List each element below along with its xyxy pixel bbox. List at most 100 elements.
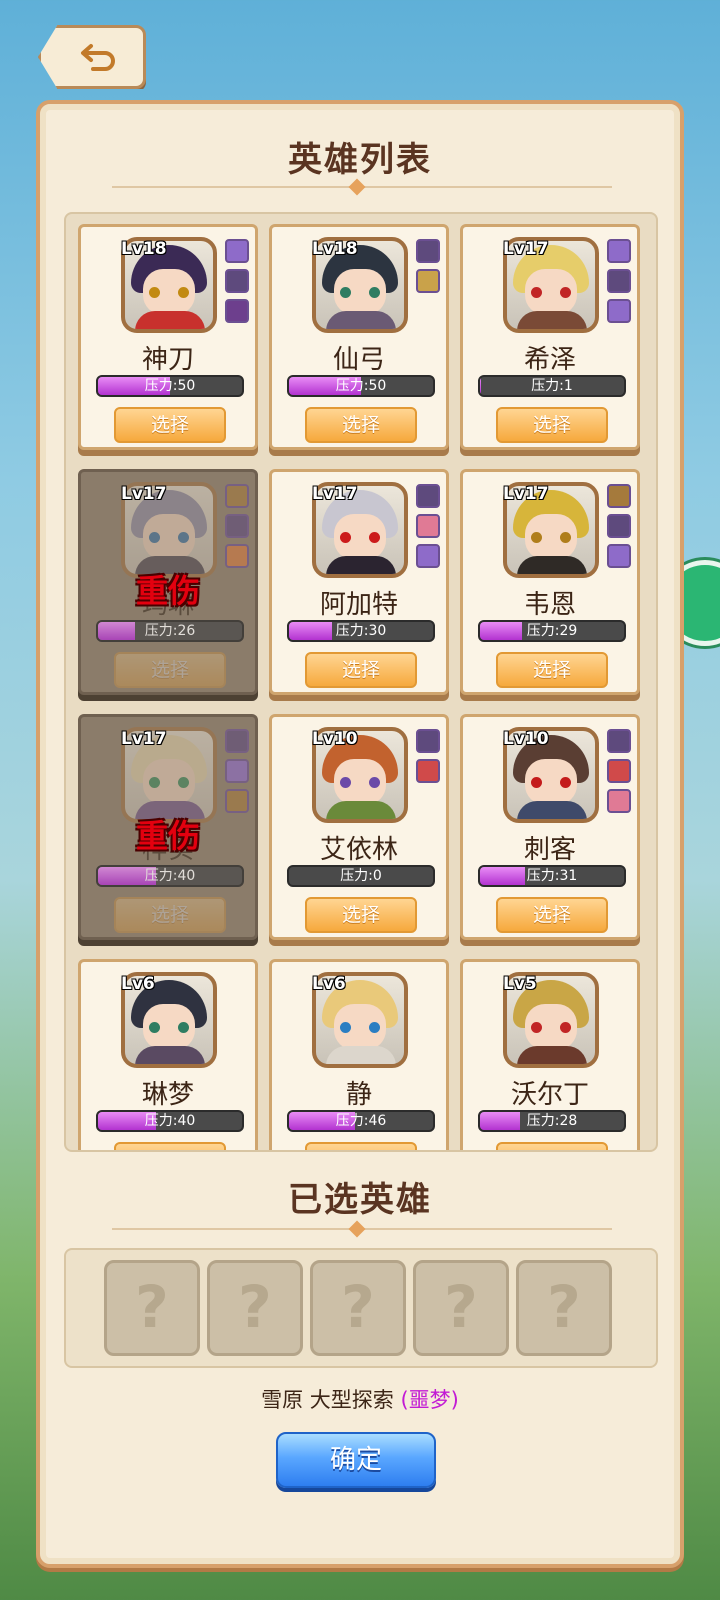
equipment-list bbox=[225, 484, 249, 568]
equipment-list bbox=[607, 484, 631, 568]
hero-list-title: 英雄列表 bbox=[288, 140, 432, 180]
back-button[interactable] bbox=[38, 25, 146, 89]
select-button[interactable]: 选择 bbox=[305, 652, 417, 688]
hero-level: Lv17 bbox=[503, 484, 549, 504]
hero-card[interactable]: Lv5 沃尔丁 压力:28 选择 bbox=[460, 959, 640, 1150]
hero-card[interactable]: Lv10 艾依林 压力:0 选择 bbox=[269, 714, 449, 940]
select-button[interactable]: 选择 bbox=[114, 407, 226, 443]
hero-name: 神刀 bbox=[141, 345, 194, 375]
equipment-icon bbox=[225, 514, 249, 538]
hero-level: Lv17 bbox=[503, 239, 549, 259]
equipment-icon bbox=[225, 729, 249, 753]
equipment-icon bbox=[225, 544, 249, 568]
select-button[interactable]: 选择 bbox=[496, 897, 608, 933]
equipment-icon bbox=[607, 239, 631, 263]
select-button[interactable]: 选择 bbox=[496, 1142, 608, 1150]
pressure-bar: 压力:50 bbox=[96, 375, 244, 397]
injured-label: 重伤 bbox=[135, 817, 200, 855]
hero-name: 静 bbox=[345, 1080, 372, 1110]
hero-level: Lv17 bbox=[121, 729, 167, 749]
empty-hero-slot[interactable]: ? bbox=[413, 1260, 509, 1356]
equipment-icon bbox=[607, 789, 631, 813]
hero-level: Lv18 bbox=[312, 239, 358, 259]
pressure-bar: 压力:30 bbox=[287, 620, 435, 642]
equipment-icon bbox=[225, 759, 249, 783]
pressure-text: 压力:29 bbox=[526, 623, 578, 639]
hero-name: 琳梦 bbox=[141, 1080, 194, 1110]
divider-ornament-icon bbox=[348, 178, 366, 196]
equipment-icon bbox=[225, 269, 249, 293]
mission-info: 雪原 大型探索 (噩梦) bbox=[40, 1384, 680, 1414]
equipment-icon bbox=[416, 239, 440, 263]
hero-card[interactable]: Lv17 梓实 重伤 压力:40 选择 bbox=[78, 714, 258, 940]
equipment-list bbox=[225, 729, 249, 813]
equipment-icon bbox=[607, 759, 631, 783]
pressure-bar: 压力:40 bbox=[96, 865, 244, 887]
pressure-text: 压力:28 bbox=[526, 1113, 578, 1129]
pressure-bar: 压力:1 bbox=[478, 375, 626, 397]
pressure-bar: 压力:46 bbox=[287, 1110, 435, 1132]
hero-card[interactable]: Lv6 静 压力:46 选择 bbox=[269, 959, 449, 1150]
equipment-icon bbox=[225, 239, 249, 263]
divider-ornament-icon bbox=[348, 1220, 366, 1238]
equipment-icon bbox=[225, 299, 249, 323]
equipment-list bbox=[416, 239, 440, 293]
pressure-bar: 压力:28 bbox=[478, 1110, 626, 1132]
hero-list[interactable]: Lv18 神刀 压力:50 选择 Lv18 仙弓 压力:50 选择 Lv17 希… bbox=[64, 212, 658, 1152]
mission-difficulty: (噩梦) bbox=[400, 1388, 459, 1412]
equipment-icon bbox=[607, 269, 631, 293]
hero-card[interactable]: Lv17 希泽 压力:1 选择 bbox=[460, 224, 640, 450]
equipment-list bbox=[607, 729, 631, 813]
pressure-text: 压力:40 bbox=[144, 868, 196, 884]
pressure-bar: 压力:26 bbox=[96, 620, 244, 642]
hero-name: 阿加特 bbox=[319, 590, 398, 620]
hero-card[interactable]: Lv17 韦恩 压力:29 选择 bbox=[460, 469, 640, 695]
empty-hero-slot[interactable]: ? bbox=[516, 1260, 612, 1356]
pressure-bar: 压力:0 bbox=[287, 865, 435, 887]
select-button[interactable]: 选择 bbox=[114, 652, 226, 688]
pressure-text: 压力:26 bbox=[144, 623, 196, 639]
select-button[interactable]: 选择 bbox=[305, 897, 417, 933]
back-arrow-icon bbox=[81, 44, 115, 71]
select-button[interactable]: 选择 bbox=[114, 897, 226, 933]
hero-level: Lv17 bbox=[312, 484, 358, 504]
mission-location: 雪原 大型探索 bbox=[261, 1388, 394, 1412]
selected-slots: ????? bbox=[64, 1248, 658, 1368]
hero-level: Lv18 bbox=[121, 239, 167, 259]
select-button[interactable]: 选择 bbox=[114, 1142, 226, 1150]
pressure-text: 压力:30 bbox=[335, 623, 387, 639]
equipment-icon bbox=[225, 484, 249, 508]
hero-level: Lv6 bbox=[121, 974, 155, 994]
empty-hero-slot[interactable]: ? bbox=[310, 1260, 406, 1356]
select-button[interactable]: 选择 bbox=[496, 407, 608, 443]
equipment-list bbox=[607, 239, 631, 323]
hero-card[interactable]: Lv18 神刀 压力:50 选择 bbox=[78, 224, 258, 450]
hero-name: 沃尔丁 bbox=[510, 1080, 589, 1110]
pressure-text: 压力:0 bbox=[340, 868, 382, 884]
confirm-button[interactable]: 确定 bbox=[276, 1432, 436, 1488]
hero-card[interactable]: Lv17 阿加特 压力:30 选择 bbox=[269, 469, 449, 695]
hero-level: Lv10 bbox=[312, 729, 358, 749]
hero-card[interactable]: Lv6 琳梦 压力:40 选择 bbox=[78, 959, 258, 1150]
pressure-text: 压力:50 bbox=[335, 378, 387, 394]
select-button[interactable]: 选择 bbox=[305, 1142, 417, 1150]
pressure-bar: 压力:29 bbox=[478, 620, 626, 642]
hero-level: Lv6 bbox=[312, 974, 346, 994]
select-button[interactable]: 选择 bbox=[496, 652, 608, 688]
hero-card[interactable]: Lv18 仙弓 压力:50 选择 bbox=[269, 224, 449, 450]
hero-name: 韦恩 bbox=[523, 590, 576, 620]
equipment-list bbox=[416, 484, 440, 568]
equipment-icon bbox=[225, 789, 249, 813]
empty-hero-slot[interactable]: ? bbox=[104, 1260, 200, 1356]
select-button[interactable]: 选择 bbox=[305, 407, 417, 443]
hero-select-panel: 英雄列表 Lv18 神刀 压力:50 选择 Lv18 仙弓 压力:50 选择 L… bbox=[36, 100, 684, 1568]
hero-card[interactable]: Lv17 玛琳 重伤 压力:26 选择 bbox=[78, 469, 258, 695]
hero-name: 刺客 bbox=[523, 835, 576, 865]
hero-level: Lv10 bbox=[503, 729, 549, 749]
empty-hero-slot[interactable]: ? bbox=[207, 1260, 303, 1356]
equipment-icon bbox=[416, 269, 440, 293]
equipment-list bbox=[416, 729, 440, 783]
hero-card[interactable]: Lv10 刺客 压力:31 选择 bbox=[460, 714, 640, 940]
equipment-icon bbox=[416, 484, 440, 508]
pressure-bar: 压力:40 bbox=[96, 1110, 244, 1132]
